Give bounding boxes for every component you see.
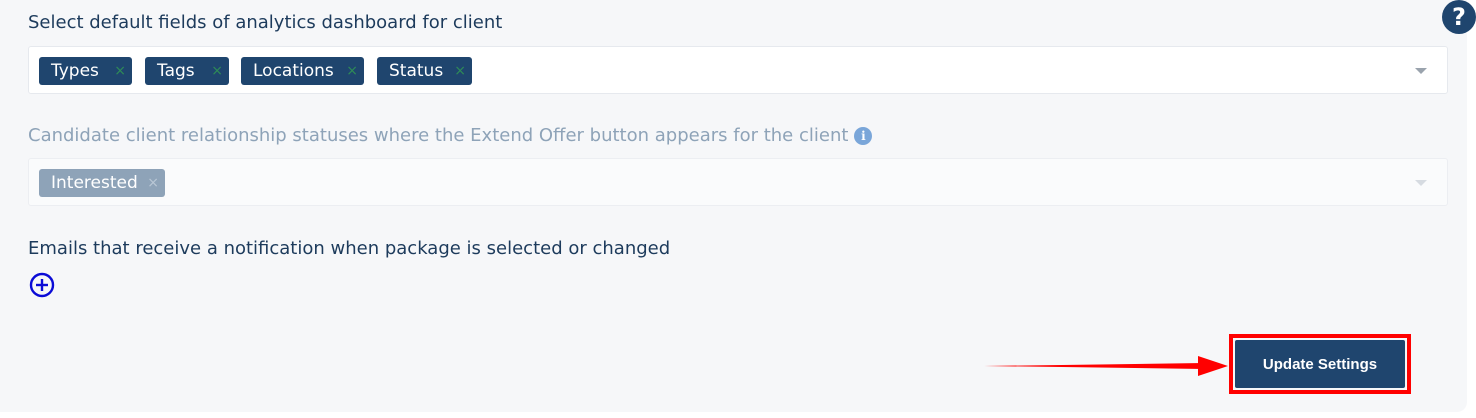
notification-emails-label: Emails that receive a notification when …	[28, 238, 671, 259]
extend-offer-statuses-label: Candidate client relationship statuses w…	[28, 125, 873, 146]
update-settings-button[interactable]: Update Settings	[1235, 340, 1405, 388]
chip-tags: Tags ×	[145, 57, 229, 85]
chip-interested: Interested ×	[39, 169, 165, 197]
remove-chip-icon[interactable]: ×	[114, 57, 126, 85]
analytics-fields-select[interactable]: Types × Tags × Locations × Status ×	[28, 46, 1448, 94]
caret-down-icon[interactable]	[1415, 68, 1427, 74]
chip-locations: Locations ×	[241, 57, 364, 85]
chip-label: Interested	[51, 173, 138, 193]
remove-chip-icon: ×	[147, 175, 159, 191]
remove-chip-icon[interactable]: ×	[454, 57, 466, 85]
remove-chip-icon[interactable]: ×	[346, 57, 358, 85]
chip-label: Types	[51, 61, 99, 81]
extend-offer-statuses-label-text: Candidate client relationship statuses w…	[28, 125, 849, 146]
chip-label: Status	[389, 61, 444, 81]
chip-label: Locations	[253, 61, 334, 81]
settings-panel: ? Select default fields of analytics das…	[0, 0, 1476, 412]
chip-types: Types ×	[39, 57, 132, 85]
chip-label: Tags	[157, 61, 195, 81]
annotation-arrow	[984, 356, 1228, 376]
analytics-fields-label: Select default fields of analytics dashb…	[28, 12, 503, 33]
info-icon[interactable]: i	[854, 127, 873, 145]
caret-down-icon	[1415, 180, 1427, 186]
question-mark-icon[interactable]: ?	[1442, 0, 1476, 34]
chip-status: Status ×	[377, 57, 472, 85]
plus-circle-icon	[29, 272, 55, 298]
remove-chip-icon[interactable]: ×	[211, 57, 223, 85]
add-email-button[interactable]	[29, 272, 55, 298]
extend-offer-statuses-select: Interested ×	[28, 158, 1448, 206]
